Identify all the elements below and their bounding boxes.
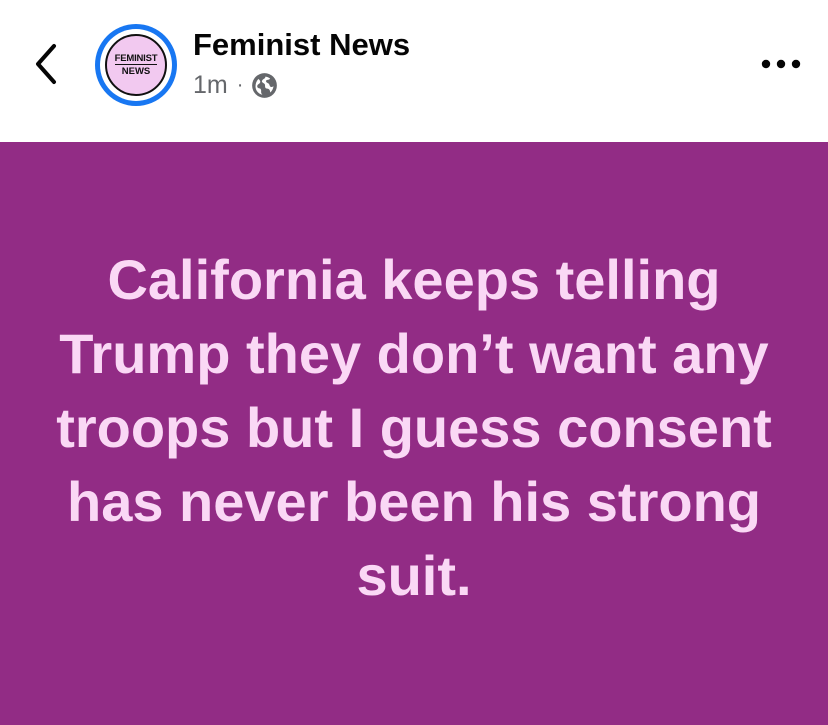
- page-name[interactable]: Feminist News: [193, 27, 410, 63]
- globe-icon[interactable]: [251, 72, 278, 99]
- post-meta: 1m ·: [193, 71, 278, 100]
- chevron-left-icon: [36, 44, 56, 84]
- feminist-news-logo: FEMINIST NEWS: [105, 34, 167, 96]
- post-header: FEMINIST NEWS Feminist News 1m ·: [0, 0, 828, 142]
- more-options-button[interactable]: [758, 44, 804, 84]
- back-button[interactable]: [26, 40, 66, 88]
- post-background[interactable]: California keeps telling Trump they don’…: [0, 142, 828, 725]
- logo-text-line2: NEWS: [121, 66, 151, 77]
- separator-dot: ·: [236, 74, 244, 96]
- logo-text-line1: FEMINIST: [114, 52, 158, 65]
- more-horizontal-icon: [761, 59, 801, 69]
- post-text: California keeps telling Trump they don’…: [56, 247, 772, 607]
- avatar[interactable]: FEMINIST NEWS: [95, 24, 177, 106]
- timestamp[interactable]: 1m: [193, 71, 228, 100]
